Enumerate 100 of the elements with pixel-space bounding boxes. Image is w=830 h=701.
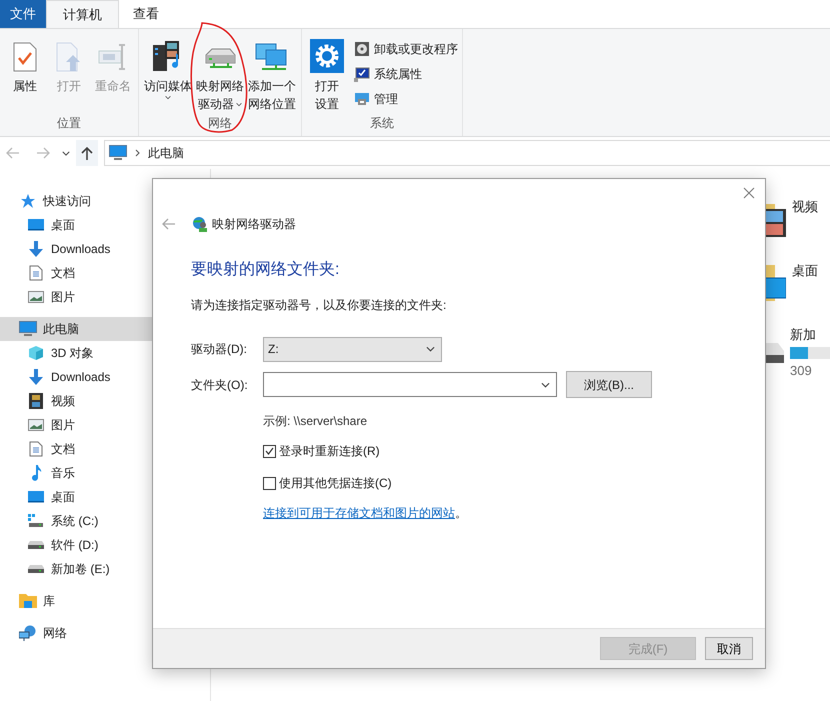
example-text: 示例: \\server\share xyxy=(263,413,368,430)
rename-icon xyxy=(98,41,128,73)
sidebar-label: 桌面 xyxy=(51,489,75,506)
ribbon-button[interactable]: 添加一个 网络位置 xyxy=(247,35,297,114)
sidebar-label: 新加卷 (E:) xyxy=(51,561,110,578)
checkbox[interactable] xyxy=(263,444,276,458)
film-icon xyxy=(29,393,43,409)
group-label: 系统 xyxy=(369,115,395,132)
chevron-down-icon xyxy=(426,346,435,352)
sidebar-label: 软件 (D:) xyxy=(51,537,98,554)
ribbon-small-button[interactable]: 管理 xyxy=(354,89,458,109)
ribbon-button[interactable]: 访问媒体 xyxy=(143,35,193,114)
download-icon xyxy=(28,241,44,257)
browse-button[interactable]: 浏览(B)... xyxy=(566,371,652,398)
sidebar-label: 库 xyxy=(43,593,55,610)
system-properties-icon xyxy=(354,66,370,82)
pictures-icon xyxy=(28,418,44,432)
sidebar-label: 网络 xyxy=(43,625,67,642)
properties-icon xyxy=(12,41,38,73)
pictures-icon xyxy=(28,290,44,304)
sidebar-item[interactable]: 库 xyxy=(0,589,210,613)
drive-icon xyxy=(28,565,44,573)
settings-icon xyxy=(310,39,344,73)
dropdown-icon xyxy=(165,95,171,100)
sidebar-label: Downloads xyxy=(51,241,110,258)
sidebar-item[interactable]: 文档 xyxy=(0,437,210,461)
desktop-icon xyxy=(28,218,44,232)
folder-label: 文件夹(O): xyxy=(191,376,249,394)
item-name: 桌面 xyxy=(792,262,818,280)
drive-select[interactable]: Z: xyxy=(263,336,442,362)
sidebar-label: 快速访问 xyxy=(43,193,91,210)
up-arrow-icon xyxy=(81,146,93,160)
sidebar-item[interactable]: 新加卷 (E:) xyxy=(0,557,210,581)
ribbon-tab[interactable]: 文件 xyxy=(0,0,46,28)
item-name: 视频 xyxy=(792,198,818,216)
computer-icon xyxy=(109,145,127,161)
ribbon-small-button[interactable]: 系统属性 xyxy=(354,64,458,84)
dropdown-icon xyxy=(236,102,242,106)
cube-icon xyxy=(28,345,44,361)
ribbon-tab[interactable]: 查看 xyxy=(119,0,173,28)
ribbon-button[interactable]: 属性 xyxy=(4,35,46,114)
sidebar-item[interactable]: Downloads xyxy=(0,237,210,261)
close-icon[interactable] xyxy=(743,187,755,199)
music-note-icon xyxy=(30,465,42,481)
sidebar-label: 桌面 xyxy=(51,217,75,234)
dialog-heading: 要映射的网络文件夹: xyxy=(191,260,340,280)
group-label: 网络 xyxy=(207,115,233,132)
drive-icon xyxy=(28,541,44,549)
ribbon-button[interactable]: 映射网络 驱动器 xyxy=(195,35,245,114)
sidebar-label: Downloads xyxy=(51,369,110,386)
network-drive-icon xyxy=(192,216,208,232)
address-field[interactable]: 此电脑 xyxy=(104,140,830,166)
sidebar-label: 3D 对象 xyxy=(51,345,94,362)
group-label: 位置 xyxy=(56,115,82,132)
sidebar-label: 音乐 xyxy=(51,465,75,482)
sidebar-item[interactable]: 网络 xyxy=(0,621,210,645)
instruction-text: 请为连接指定驱动器号，以及你要连接的文件夹: xyxy=(191,297,448,314)
drive-label: 驱动器(D): xyxy=(191,341,248,358)
document-icon xyxy=(29,441,43,457)
sidebar-label: 视频 xyxy=(51,393,75,410)
ribbon-button[interactable]: 打开 设置 xyxy=(306,35,348,114)
system-drive-icon xyxy=(28,514,44,528)
sidebar-label: 图片 xyxy=(51,289,75,306)
sidebar-item[interactable]: 软件 (D:) xyxy=(0,533,210,557)
folder-combobox[interactable] xyxy=(263,372,557,397)
sidebar-item[interactable]: 快速访问 xyxy=(0,189,210,213)
sidebar-item[interactable]: 桌面 xyxy=(0,213,210,237)
item-name: 新加 xyxy=(790,326,817,344)
computer-icon xyxy=(19,321,37,337)
sidebar-item[interactable]: 音乐 xyxy=(0,461,210,485)
checkmark-icon xyxy=(265,447,274,455)
checkbox-label: 登录时重新连接(R) xyxy=(279,443,380,460)
sidebar-label: 系统 (C:) xyxy=(51,513,98,530)
document-icon xyxy=(55,41,83,73)
back-icon[interactable] xyxy=(162,218,176,230)
free-space: 309 xyxy=(790,362,813,380)
folder-icon xyxy=(19,593,37,609)
up-button[interactable] xyxy=(76,140,98,166)
link-punctuation: 。 xyxy=(455,505,467,522)
chevron-down-icon xyxy=(541,382,550,388)
checkbox[interactable] xyxy=(263,476,276,490)
breadcrumb-separator-icon xyxy=(135,149,140,157)
checkbox-label: 使用其他凭据连接(C) xyxy=(279,475,392,492)
network-icon xyxy=(19,625,37,641)
document-icon xyxy=(29,265,43,281)
download-icon xyxy=(28,369,44,385)
sidebar-item[interactable]: 桌面 xyxy=(0,485,210,509)
sidebar-label: 图片 xyxy=(51,417,75,434)
dialog-button[interactable]: 取消 xyxy=(705,637,753,660)
ribbon-tab[interactable]: 计算机 xyxy=(46,0,119,28)
star-icon xyxy=(20,193,36,209)
sidebar-item[interactable]: 系统 (C:) xyxy=(0,509,210,533)
dialog-title: 映射网络驱动器 xyxy=(212,216,296,233)
ribbon-small-button[interactable]: 卸载或更改程序 xyxy=(354,39,458,59)
disc-icon xyxy=(354,41,370,57)
sidebar-item[interactable]: 图片 xyxy=(0,413,210,437)
sidebar-label: 文档 xyxy=(51,441,75,458)
website-link[interactable]: 连接到可用于存储文档和图片的网站 xyxy=(263,504,455,522)
sidebar-label: 此电脑 xyxy=(43,321,79,338)
desktop-icon xyxy=(28,490,44,504)
